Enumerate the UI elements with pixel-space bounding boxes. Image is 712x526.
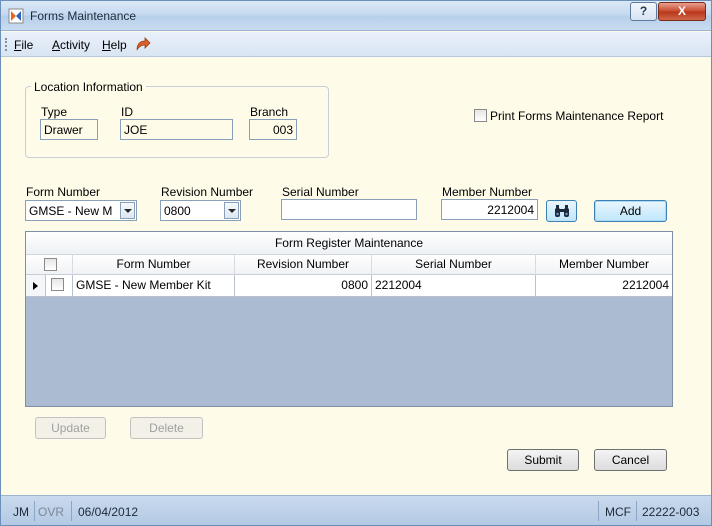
add-button[interactable]: Add: [594, 200, 667, 222]
revision-number-label: Revision Number: [161, 185, 254, 199]
status-separator: [71, 501, 72, 521]
location-group-title: Location Information: [31, 80, 146, 94]
form-number-value: GMSE - New M: [29, 204, 113, 218]
cell-member-number[interactable]: 2212004: [536, 275, 672, 296]
chevron-down-icon[interactable]: [120, 202, 135, 219]
col-serial-number[interactable]: Serial Number: [372, 255, 536, 275]
col-revision-number[interactable]: Revision Number: [235, 255, 372, 275]
row-checkbox-cell: [46, 275, 73, 296]
window-title: Forms Maintenance: [30, 9, 137, 23]
menu-bar: File Activity Help: [1, 32, 711, 57]
forms-maintenance-window: Forms Maintenance ? X File Activity Help…: [0, 0, 712, 526]
member-number-field[interactable]: 2212004: [441, 199, 538, 220]
cancel-button[interactable]: Cancel: [594, 449, 667, 471]
revision-number-value: 0800: [164, 204, 191, 218]
branch-field[interactable]: 003: [249, 119, 297, 140]
form-number-dropdown[interactable]: GMSE - New M: [25, 200, 137, 221]
status-system: MCF: [605, 505, 631, 519]
cell-revision-number[interactable]: 0800: [235, 275, 372, 296]
cell-form-number[interactable]: GMSE - New Member Kit: [73, 275, 235, 296]
status-bar: JM OVR 06/04/2012 MCF 22222-003: [1, 495, 711, 525]
col-member-number[interactable]: Member Number: [536, 255, 672, 275]
select-all-checkbox[interactable]: [44, 258, 57, 271]
member-number-label: Member Number: [442, 185, 533, 199]
chevron-down-icon[interactable]: [224, 202, 239, 219]
binoculars-icon: [555, 205, 569, 217]
grid-header-row: Form Number Revision Number Serial Numbe…: [26, 255, 672, 275]
select-all-cell: [26, 255, 73, 275]
id-label: ID: [121, 105, 133, 119]
app-icon: [8, 8, 24, 24]
delete-button[interactable]: Delete: [130, 417, 203, 439]
cell-serial-number[interactable]: 2212004: [372, 275, 536, 296]
status-separator: [598, 501, 599, 521]
row-header[interactable]: [26, 275, 46, 296]
status-account: 22222-003: [642, 505, 700, 519]
serial-number-field[interactable]: [281, 199, 417, 220]
status-date: 06/04/2012: [78, 505, 139, 519]
col-form-number[interactable]: Form Number: [73, 255, 235, 275]
table-row[interactable]: GMSE - New Member Kit 0800 2212004 22120…: [26, 275, 672, 297]
serial-number-label: Serial Number: [282, 185, 359, 199]
toolbar-grip-icon: [5, 38, 8, 51]
type-field[interactable]: Drawer: [40, 119, 98, 140]
id-field[interactable]: JOE: [120, 119, 233, 140]
member-search-button[interactable]: [546, 200, 577, 222]
status-user: JM: [13, 505, 29, 519]
menu-help[interactable]: Help: [102, 38, 127, 52]
revision-number-dropdown[interactable]: 0800: [160, 200, 241, 221]
redo-arrow-icon[interactable]: [134, 36, 152, 52]
form-register-grid: Form Register Maintenance Form Number Re…: [25, 231, 673, 407]
grid-caption: Form Register Maintenance: [26, 232, 672, 255]
form-number-label: Form Number: [26, 185, 101, 199]
type-label: Type: [41, 105, 68, 119]
title-bar: Forms Maintenance ? X: [1, 1, 711, 31]
help-title-button[interactable]: ?: [630, 2, 657, 21]
menu-file[interactable]: File: [14, 38, 33, 52]
close-button[interactable]: X: [658, 2, 706, 21]
print-report-checkbox[interactable]: [474, 109, 487, 122]
submit-button[interactable]: Submit: [507, 449, 579, 471]
status-mode: OVR: [38, 505, 65, 519]
status-separator: [34, 501, 35, 521]
row-pointer-icon: [33, 282, 38, 290]
update-button[interactable]: Update: [35, 417, 106, 439]
status-separator: [636, 501, 637, 521]
branch-label: Branch: [250, 105, 289, 119]
menu-activity[interactable]: Activity: [52, 38, 90, 52]
print-report-label: Print Forms Maintenance Report: [490, 109, 664, 123]
row-checkbox[interactable]: [51, 278, 64, 291]
